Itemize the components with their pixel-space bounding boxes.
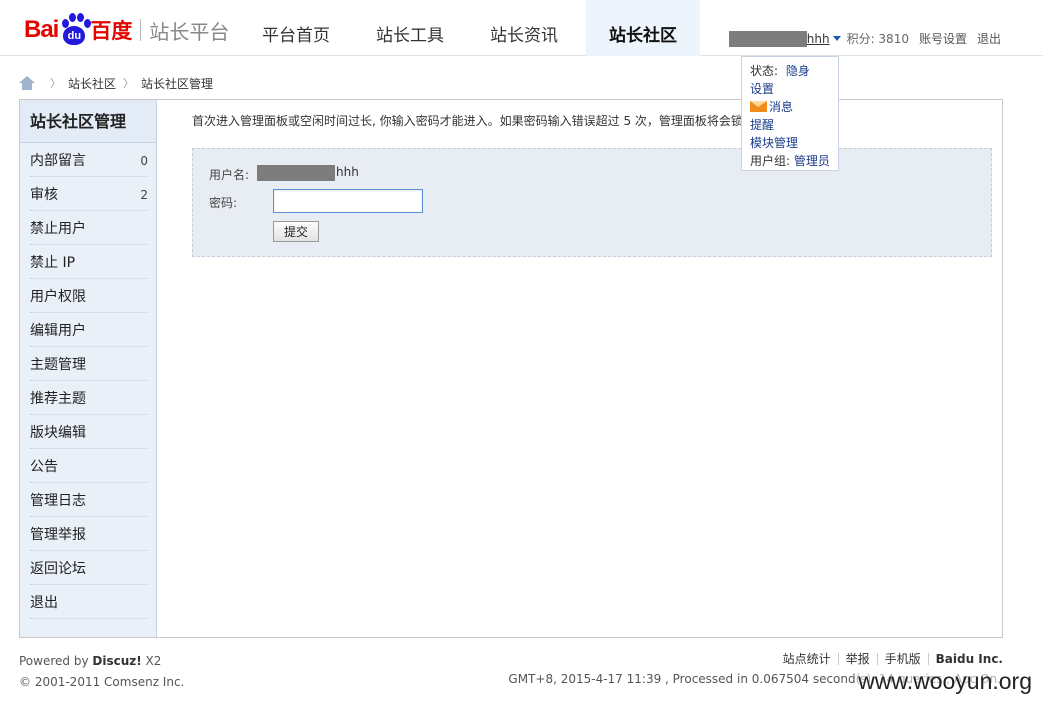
logout-link[interactable]: 退出 bbox=[977, 30, 1001, 47]
count-badge: 2 bbox=[140, 188, 148, 202]
username-value: hhh bbox=[336, 165, 359, 179]
sidebar-item-moderation[interactable]: 审核 2 bbox=[30, 177, 148, 211]
sidebar-title: 站长社区管理 bbox=[20, 100, 156, 143]
footer-link-report[interactable]: 举报 bbox=[846, 651, 870, 667]
sidebar-menu: 内部留言 0 审核 2 禁止用户 禁止 IP 用户权限 编辑用户 主题管理 推荐主题… bbox=[20, 143, 156, 619]
footer-divider bbox=[876, 653, 878, 665]
user-group-value[interactable]: 管理员 bbox=[794, 154, 830, 168]
site-header: Bai du 百度 站长平台 平台首页 站长工具 站长资讯 站长社区 hhh 积… bbox=[0, 0, 1043, 56]
sidebar-item-user-permissions[interactable]: 用户权限 bbox=[30, 279, 148, 313]
sidebar-item-edit-user[interactable]: 编辑用户 bbox=[30, 313, 148, 347]
sidebar-item-manage-log[interactable]: 管理日志 bbox=[30, 483, 148, 517]
nav-webmaster-tools[interactable]: 站长工具 bbox=[358, 0, 462, 56]
admin-panel: 站长社区管理 内部留言 0 审核 2 禁止用户 禁止 IP 用户权限 编辑用户 主题… bbox=[19, 99, 1003, 638]
status-invisible-link[interactable]: 隐身 bbox=[786, 64, 810, 78]
mail-icon bbox=[750, 101, 767, 112]
chevron-down-icon[interactable] bbox=[832, 36, 841, 41]
watermark: www.wooyun.org bbox=[856, 668, 1034, 695]
redacted-username bbox=[257, 165, 335, 181]
footer-company[interactable]: Baidu Inc. bbox=[936, 651, 1003, 667]
copyright: © 2001-2011 Comsenz Inc. bbox=[19, 675, 185, 689]
main-nav: 平台首页 站长工具 站长资讯 站长社区 bbox=[244, 0, 710, 56]
count-badge: 0 bbox=[140, 154, 148, 168]
sidebar-item-forum-edit[interactable]: 版块编辑 bbox=[30, 415, 148, 449]
sidebar-item-recommend-thread[interactable]: 推荐主题 bbox=[30, 381, 148, 415]
login-notice: 首次进入管理面板或空闲时间过长, 你输入密码才能进入。如果密码输入错误超过 5 … bbox=[192, 114, 743, 128]
logo-divider bbox=[140, 19, 142, 41]
sidebar-item-ban-ip[interactable]: 禁止 IP bbox=[30, 245, 148, 279]
user-points: 积分: 3810 bbox=[846, 32, 909, 46]
breadcrumb-community[interactable]: 站长社区 bbox=[68, 75, 116, 92]
username-label: 用户名: bbox=[209, 168, 250, 182]
remind-link[interactable]: 提醒 bbox=[750, 118, 774, 132]
logo-text-du: du bbox=[63, 26, 86, 45]
user-bar: hhh 积分: 3810 账号设置 退出 bbox=[728, 30, 1001, 47]
discuz-link[interactable]: Discuz! bbox=[92, 654, 141, 668]
sidebar-item-internal-messages[interactable]: 内部留言 0 bbox=[30, 143, 148, 177]
password-label: 密码: bbox=[209, 196, 238, 210]
home-icon[interactable] bbox=[19, 76, 35, 90]
status-row: 状态: 隐身 bbox=[750, 62, 830, 80]
powered-by: Powered by Discuz! X2 bbox=[19, 654, 162, 668]
sidebar-item-thread-manage[interactable]: 主题管理 bbox=[30, 347, 148, 381]
sidebar-item-announcement[interactable]: 公告 bbox=[30, 449, 148, 483]
account-settings-link[interactable]: 账号设置 bbox=[919, 30, 967, 47]
sidebar-item-back-forum[interactable]: 返回论坛 bbox=[30, 551, 148, 585]
sidebar-item-ban-user[interactable]: 禁止用户 bbox=[30, 211, 148, 245]
breadcrumb-community-manage: 站长社区管理 bbox=[141, 76, 214, 91]
breadcrumb-separator-icon: 〉 bbox=[123, 77, 135, 90]
breadcrumb: 〉 站长社区 〉 站长社区管理 bbox=[19, 74, 213, 92]
user-dropdown-menu: 状态: 隐身 设置 消息 提醒 模块管理 用户组: 管理员 bbox=[741, 56, 839, 171]
submit-button[interactable]: 提交 bbox=[273, 221, 319, 242]
footer-link-stats[interactable]: 站点统计 bbox=[783, 651, 831, 667]
password-input[interactable] bbox=[273, 189, 423, 213]
admin-sidebar: 站长社区管理 内部留言 0 审核 2 禁止用户 禁止 IP 用户权限 编辑用户 主题… bbox=[20, 100, 157, 637]
breadcrumb-separator-icon: 〉 bbox=[50, 77, 61, 90]
username-link[interactable]: hhh bbox=[807, 32, 830, 46]
module-manage-link[interactable]: 模块管理 bbox=[750, 136, 798, 150]
admin-content: 首次进入管理面板或空闲时间过长, 你输入密码才能进入。如果密码输入错误超过 5 … bbox=[157, 100, 1002, 637]
nav-webmaster-news[interactable]: 站长资讯 bbox=[472, 0, 576, 56]
footer-divider bbox=[927, 653, 929, 665]
sidebar-item-manage-report[interactable]: 管理举报 bbox=[30, 517, 148, 551]
baidu-logo[interactable]: Bai du 百度 站长平台 bbox=[24, 10, 229, 50]
settings-link[interactable]: 设置 bbox=[750, 82, 774, 96]
nav-platform-home[interactable]: 平台首页 bbox=[244, 0, 348, 56]
nav-webmaster-community[interactable]: 站长社区 bbox=[586, 0, 700, 56]
footer-left: Powered by Discuz! X2 © 2001-2011 Comsen… bbox=[19, 651, 184, 693]
logo-text-cn: 百度 bbox=[90, 19, 133, 43]
redacted-username bbox=[728, 30, 807, 47]
user-group-label: 用户组: bbox=[750, 154, 791, 168]
sidebar-item-exit[interactable]: 退出 bbox=[30, 585, 148, 619]
paw-icon: du bbox=[59, 13, 92, 47]
footer-link-mobile[interactable]: 手机版 bbox=[885, 651, 921, 667]
footer-links: 站点统计 举报 手机版 Baidu Inc. bbox=[783, 651, 1003, 667]
messages-link[interactable]: 消息 bbox=[769, 100, 793, 114]
logo-text-bai: Bai bbox=[24, 16, 59, 43]
status-label: 状态: bbox=[750, 64, 779, 78]
admin-login-form: 用户名: hhh 密码: 提交 bbox=[192, 148, 992, 257]
footer-divider bbox=[837, 653, 839, 665]
logo-platform-name: 站长平台 bbox=[149, 19, 230, 44]
